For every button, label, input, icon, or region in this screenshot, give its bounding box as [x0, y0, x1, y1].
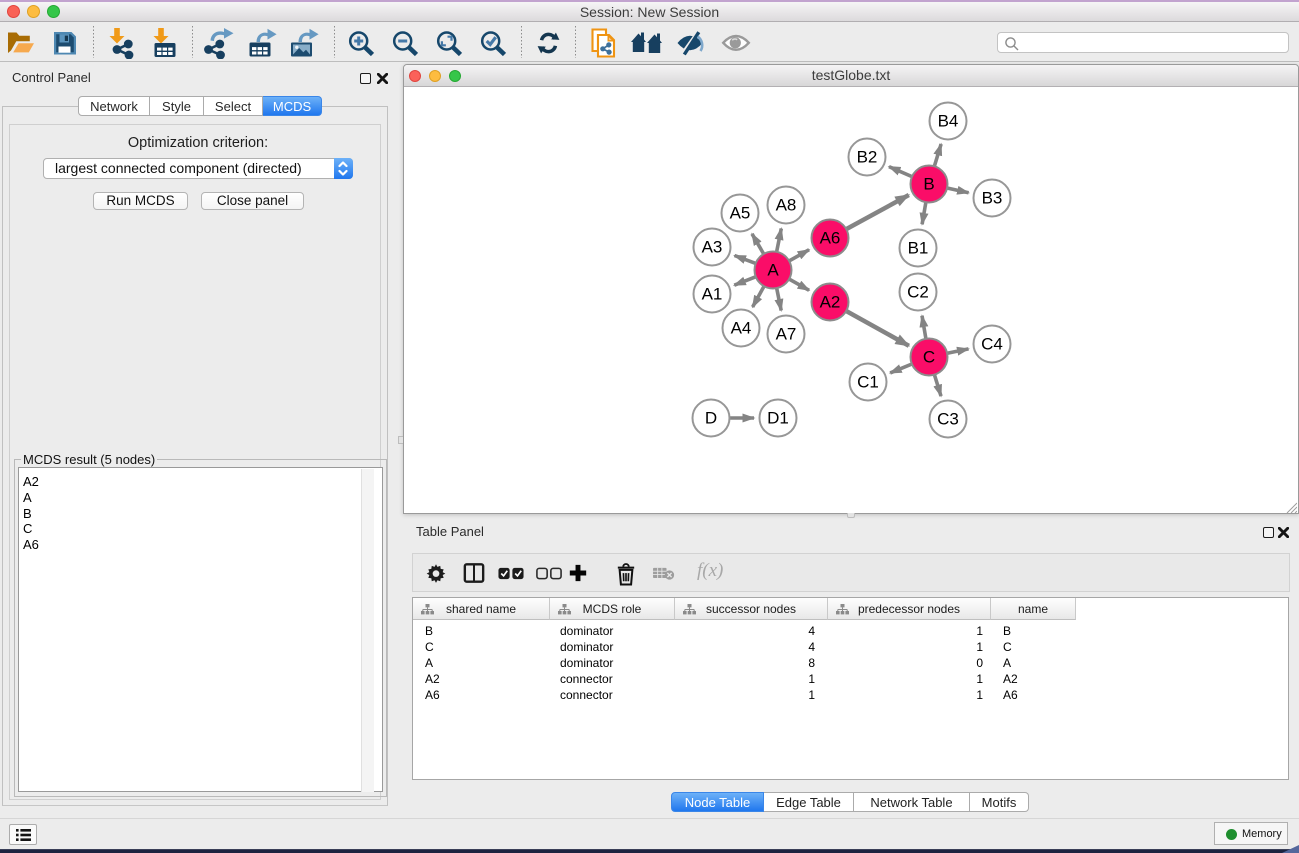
svg-text:A3: A3: [702, 238, 723, 257]
svg-text:C4: C4: [981, 335, 1003, 354]
svg-text:A8: A8: [776, 196, 797, 215]
svg-text:A4: A4: [731, 319, 752, 338]
svg-text:A2: A2: [820, 293, 841, 312]
svg-text:A1: A1: [702, 285, 723, 304]
svg-text:B3: B3: [982, 189, 1003, 208]
svg-text:C3: C3: [937, 410, 959, 429]
svg-text:A: A: [767, 261, 779, 280]
svg-text:A7: A7: [776, 325, 797, 344]
svg-text:D: D: [705, 409, 717, 428]
svg-text:B1: B1: [908, 239, 929, 258]
svg-text:C: C: [923, 348, 935, 367]
svg-text:D1: D1: [767, 409, 789, 428]
svg-text:C2: C2: [907, 283, 929, 302]
svg-text:A6: A6: [820, 229, 841, 248]
svg-text:C1: C1: [857, 373, 879, 392]
svg-text:B2: B2: [857, 148, 878, 167]
svg-text:B4: B4: [938, 112, 959, 131]
svg-text:B: B: [923, 175, 934, 194]
svg-text:A5: A5: [730, 204, 751, 223]
